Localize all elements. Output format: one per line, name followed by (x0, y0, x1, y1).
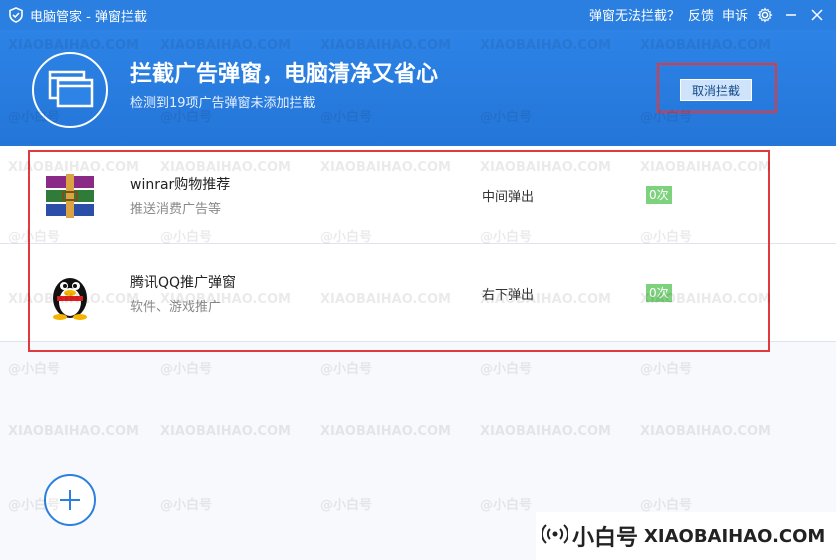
rows-highlight (28, 150, 770, 352)
minimize-icon[interactable] (782, 6, 800, 24)
header-subline: 检测到19项广告弹窗未添加拦截 (130, 96, 316, 111)
shield-icon (8, 7, 24, 23)
title-links: 弹窗无法拦截？ 反馈 申诉 (589, 5, 826, 24)
feedback-link[interactable]: 反馈 (688, 5, 714, 24)
plus-icon (60, 490, 80, 510)
cannot-block-link[interactable]: 弹窗无法拦截？ (589, 5, 680, 24)
broadcast-icon (540, 521, 570, 551)
gear-icon[interactable] (756, 6, 774, 24)
close-icon[interactable] (808, 6, 826, 24)
banner-brand-en: XIAOBAIHAO.COM (644, 525, 826, 547)
popup-window-logo-icon (32, 52, 108, 128)
window-title: 电脑管家 - 弹窗拦截 (30, 10, 147, 25)
title-bar: 电脑管家 - 弹窗拦截 弹窗无法拦截？ 反馈 申诉 (0, 0, 836, 30)
watermark-banner: 小白号 XIAOBAIHAO.COM (536, 512, 836, 560)
add-rule-button[interactable] (44, 474, 96, 526)
header-headline: 拦截广告弹窗，电脑清净又省心 (130, 62, 439, 87)
banner-brand-cn: 小白号 (572, 526, 639, 551)
complaint-link[interactable]: 申诉 (722, 5, 748, 24)
popup-blocker-window: 电脑管家 - 弹窗拦截 弹窗无法拦截？ 反馈 申诉 拦截广告弹窗，电脑清净又省心… (0, 0, 836, 560)
cancel-block-button[interactable]: 取消拦截 (680, 79, 752, 101)
header-banner: 拦截广告弹窗，电脑清净又省心 检测到19项广告弹窗未添加拦截 取消拦截 (0, 30, 836, 146)
